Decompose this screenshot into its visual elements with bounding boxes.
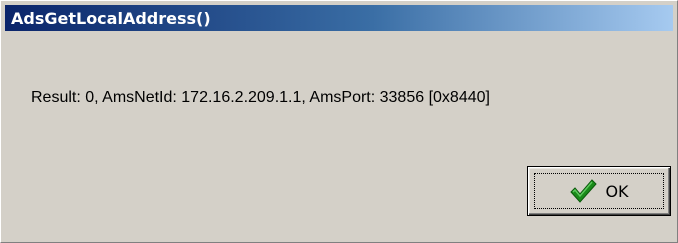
window-title: AdsGetLocalAddress() [11,8,211,28]
ok-button-label: OK [605,181,629,201]
title-bar[interactable]: AdsGetLocalAddress() [5,5,673,31]
result-message: Result: 0, AmsNetId: 172.16.2.209.1.1, A… [31,89,490,106]
message-dialog: AdsGetLocalAddress() Result: 0, AmsNetId… [0,0,678,243]
ok-button[interactable]: OK [527,166,671,216]
checkmark-icon [569,178,598,204]
